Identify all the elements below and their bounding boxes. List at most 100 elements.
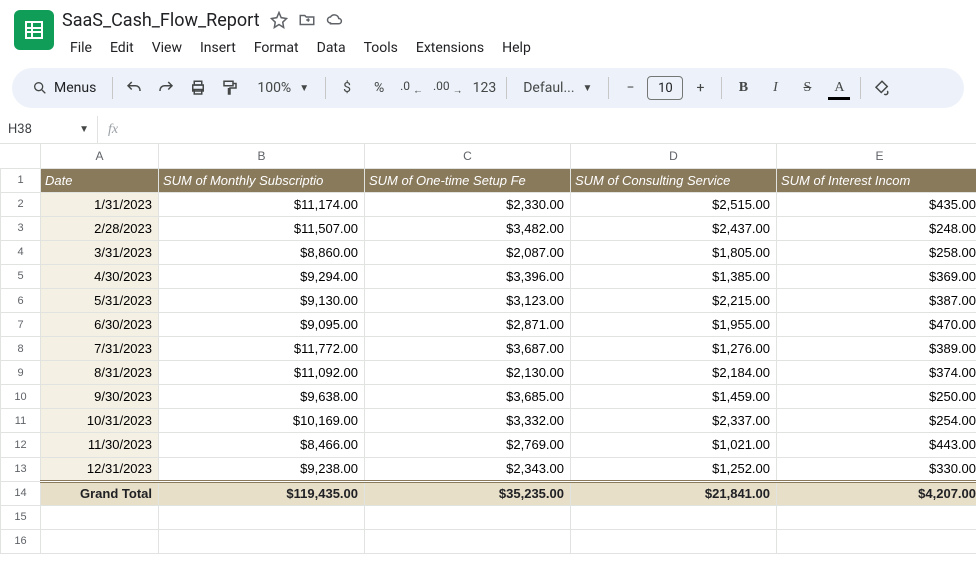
text-color-button[interactable]: A — [824, 73, 854, 103]
cell[interactable]: $3,396.00 — [365, 264, 571, 288]
cell[interactable]: $1,385.00 — [571, 264, 777, 288]
cell[interactable]: $387.00 — [777, 288, 976, 312]
cell[interactable]: $2,184.00 — [571, 361, 777, 385]
percent-button[interactable]: % — [364, 73, 394, 103]
col-header-B[interactable]: B — [159, 144, 365, 168]
menu-file[interactable]: File — [62, 36, 100, 60]
cell[interactable]: Date — [41, 168, 159, 192]
undo-button[interactable] — [119, 73, 149, 103]
cell[interactable] — [41, 505, 159, 529]
doc-title[interactable]: SaaS_Cash_Flow_Report — [62, 10, 260, 31]
cell[interactable]: 1/31/2023 — [41, 192, 159, 216]
cell[interactable]: $2,130.00 — [365, 361, 571, 385]
cell[interactable]: $2,437.00 — [571, 216, 777, 240]
row-header[interactable]: 7 — [1, 313, 41, 337]
cell[interactable]: $1,252.00 — [571, 457, 777, 481]
row-header[interactable]: 4 — [1, 240, 41, 264]
row-header[interactable]: 2 — [1, 192, 41, 216]
cell[interactable]: $1,459.00 — [571, 385, 777, 409]
cell[interactable]: SUM of Monthly Subscriptio — [159, 168, 365, 192]
row-header[interactable]: 14 — [1, 481, 41, 505]
cell[interactable]: $254.00 — [777, 409, 976, 433]
cell[interactable]: SUM of One-time Setup Fe — [365, 168, 571, 192]
cell[interactable]: $443.00 — [777, 433, 976, 457]
redo-button[interactable] — [151, 73, 181, 103]
cell[interactable]: 7/31/2023 — [41, 337, 159, 361]
menu-tools[interactable]: Tools — [356, 36, 406, 60]
cell[interactable]: 6/30/2023 — [41, 313, 159, 337]
cell[interactable] — [365, 505, 571, 529]
cell[interactable]: $248.00 — [777, 216, 976, 240]
cell[interactable]: $1,276.00 — [571, 337, 777, 361]
cell[interactable]: $4,207.00 — [777, 481, 976, 505]
star-icon[interactable] — [270, 11, 288, 29]
cell[interactable]: 10/31/2023 — [41, 409, 159, 433]
cell[interactable]: $8,466.00 — [159, 433, 365, 457]
cell[interactable]: $2,337.00 — [571, 409, 777, 433]
menu-extensions[interactable]: Extensions — [408, 36, 492, 60]
cell[interactable]: 8/31/2023 — [41, 361, 159, 385]
cell[interactable]: $2,515.00 — [571, 192, 777, 216]
name-box[interactable]: H38 ▼ — [0, 116, 98, 143]
col-header-E[interactable]: E — [777, 144, 976, 168]
cell[interactable] — [159, 505, 365, 529]
fill-color-button[interactable] — [867, 73, 897, 103]
cell[interactable]: $258.00 — [777, 240, 976, 264]
cell[interactable] — [777, 529, 976, 553]
cell[interactable]: 5/31/2023 — [41, 288, 159, 312]
cell[interactable]: $9,238.00 — [159, 457, 365, 481]
currency-button[interactable]: $ — [332, 73, 362, 103]
font-dropdown[interactable]: Defaul...▼ — [513, 73, 602, 103]
row-header[interactable]: 9 — [1, 361, 41, 385]
cell[interactable]: $330.00 — [777, 457, 976, 481]
bold-button[interactable]: B — [728, 73, 758, 103]
menu-view[interactable]: View — [144, 36, 190, 60]
cell[interactable]: $1,021.00 — [571, 433, 777, 457]
cell[interactable]: $374.00 — [777, 361, 976, 385]
cell[interactable]: 2/28/2023 — [41, 216, 159, 240]
row-header[interactable]: 10 — [1, 385, 41, 409]
cell[interactable]: 4/30/2023 — [41, 264, 159, 288]
cell[interactable]: $8,860.00 — [159, 240, 365, 264]
cell[interactable]: $3,482.00 — [365, 216, 571, 240]
row-header[interactable]: 3 — [1, 216, 41, 240]
cell[interactable]: 11/30/2023 — [41, 433, 159, 457]
cell[interactable]: $1,805.00 — [571, 240, 777, 264]
print-button[interactable] — [183, 73, 213, 103]
cloud-status-icon[interactable] — [326, 11, 344, 29]
zoom-dropdown[interactable]: 100%▼ — [247, 73, 319, 103]
move-folder-icon[interactable] — [298, 11, 316, 29]
strikethrough-button[interactable]: S — [792, 73, 822, 103]
decrease-decimal-button[interactable]: .0 ← — [396, 73, 427, 103]
cell[interactable]: 9/30/2023 — [41, 385, 159, 409]
row-header[interactable]: 15 — [1, 505, 41, 529]
menus-search[interactable]: Menus — [22, 73, 106, 103]
cell[interactable]: $3,687.00 — [365, 337, 571, 361]
cell[interactable]: $11,174.00 — [159, 192, 365, 216]
menu-edit[interactable]: Edit — [102, 36, 142, 60]
cell[interactable]: $11,092.00 — [159, 361, 365, 385]
row-header[interactable]: 13 — [1, 457, 41, 481]
cell[interactable]: $1,955.00 — [571, 313, 777, 337]
cell[interactable]: $250.00 — [777, 385, 976, 409]
cell[interactable] — [571, 529, 777, 553]
font-size-decrease[interactable]: − — [615, 73, 645, 103]
cell[interactable]: $470.00 — [777, 313, 976, 337]
row-header[interactable]: 8 — [1, 337, 41, 361]
row-header[interactable]: 12 — [1, 433, 41, 457]
cell[interactable]: $11,507.00 — [159, 216, 365, 240]
cell[interactable]: $21,841.00 — [571, 481, 777, 505]
cell[interactable]: $2,330.00 — [365, 192, 571, 216]
cell[interactable] — [777, 505, 976, 529]
cell[interactable]: $3,123.00 — [365, 288, 571, 312]
menu-format[interactable]: Format — [246, 36, 307, 60]
cell[interactable] — [365, 529, 571, 553]
cell[interactable]: $369.00 — [777, 264, 976, 288]
cell[interactable]: 3/31/2023 — [41, 240, 159, 264]
menu-help[interactable]: Help — [494, 36, 539, 60]
font-size-increase[interactable]: + — [685, 73, 715, 103]
cell[interactable]: $3,685.00 — [365, 385, 571, 409]
increase-decimal-button[interactable]: .00 → — [429, 73, 467, 103]
cell[interactable] — [571, 505, 777, 529]
cell[interactable]: 12/31/2023 — [41, 457, 159, 481]
